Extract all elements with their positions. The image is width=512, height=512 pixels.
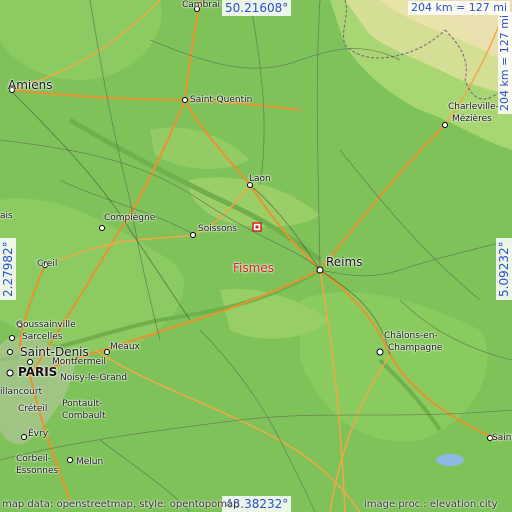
city-label-sarcelles: Sarcelles	[22, 332, 63, 342]
city-label-noisy-le-grand: Noisy-le-Grand	[60, 373, 128, 383]
city-label-saint-quentin: Saint-Quentin	[190, 95, 253, 105]
city-label-paris: PARIS	[18, 365, 58, 379]
city-label-melun: Melun	[76, 457, 104, 467]
city-label-laon: Laon	[249, 174, 271, 184]
city-label-evry: Évry	[28, 429, 49, 439]
city-label-charleville-2: Mézières	[452, 114, 492, 124]
city-label-chalons-1: Châlons-en-	[384, 331, 438, 341]
credit-image-proc: image proc.: elevation.city	[364, 499, 498, 510]
city-label-pontault-1: Pontault-	[62, 399, 103, 409]
city-label-beauvais-fragment: ais	[0, 211, 13, 221]
city-label-reims: Reims	[326, 255, 363, 269]
city-label-villancourt-fragment: illancourt	[0, 387, 43, 397]
credit-map-data: map data: openstreetmap, style: opentopo…	[2, 499, 240, 510]
city-label-soissons: Soissons	[198, 224, 237, 234]
coord-right-longitude: 5.09232°	[496, 238, 512, 300]
city-label-creteil: Créteil	[18, 404, 48, 414]
city-label-corbeil-2: Essonnes	[16, 466, 59, 476]
map-view[interactable]: Cambrai Amiens Saint-Quentin Charleville…	[0, 0, 512, 512]
city-label-compiegne: Compiègne	[104, 213, 156, 223]
city-label-montfermeil: Montfermeil	[52, 357, 107, 367]
city-label-chalons-2: Champagne	[388, 343, 443, 353]
city-label-charleville-1: Charleville-	[448, 102, 499, 112]
city-label-fismes: Fismes	[233, 261, 274, 275]
city-label-meaux: Meaux	[110, 342, 140, 352]
city-label-saint-fragment: Saint	[492, 433, 512, 443]
city-label-amiens: Amiens	[8, 78, 53, 92]
coord-left-longitude: 2.27982°	[0, 238, 16, 300]
scale-horizontal: 204 km = 127 mi	[408, 1, 511, 15]
city-label-cambrai: Cambrai	[182, 0, 220, 10]
city-label-corbeil-1: Corbeil-	[16, 454, 51, 464]
city-label-pontault-2: Combault	[62, 411, 106, 421]
coord-top-latitude: 50.21608°	[222, 0, 292, 16]
city-label-creil: Creil	[37, 259, 58, 269]
city-label-goussainville: Goussainville	[16, 320, 76, 330]
terrain-layer	[0, 0, 512, 512]
scale-vertical: 204 km = 127 mi	[498, 11, 512, 114]
